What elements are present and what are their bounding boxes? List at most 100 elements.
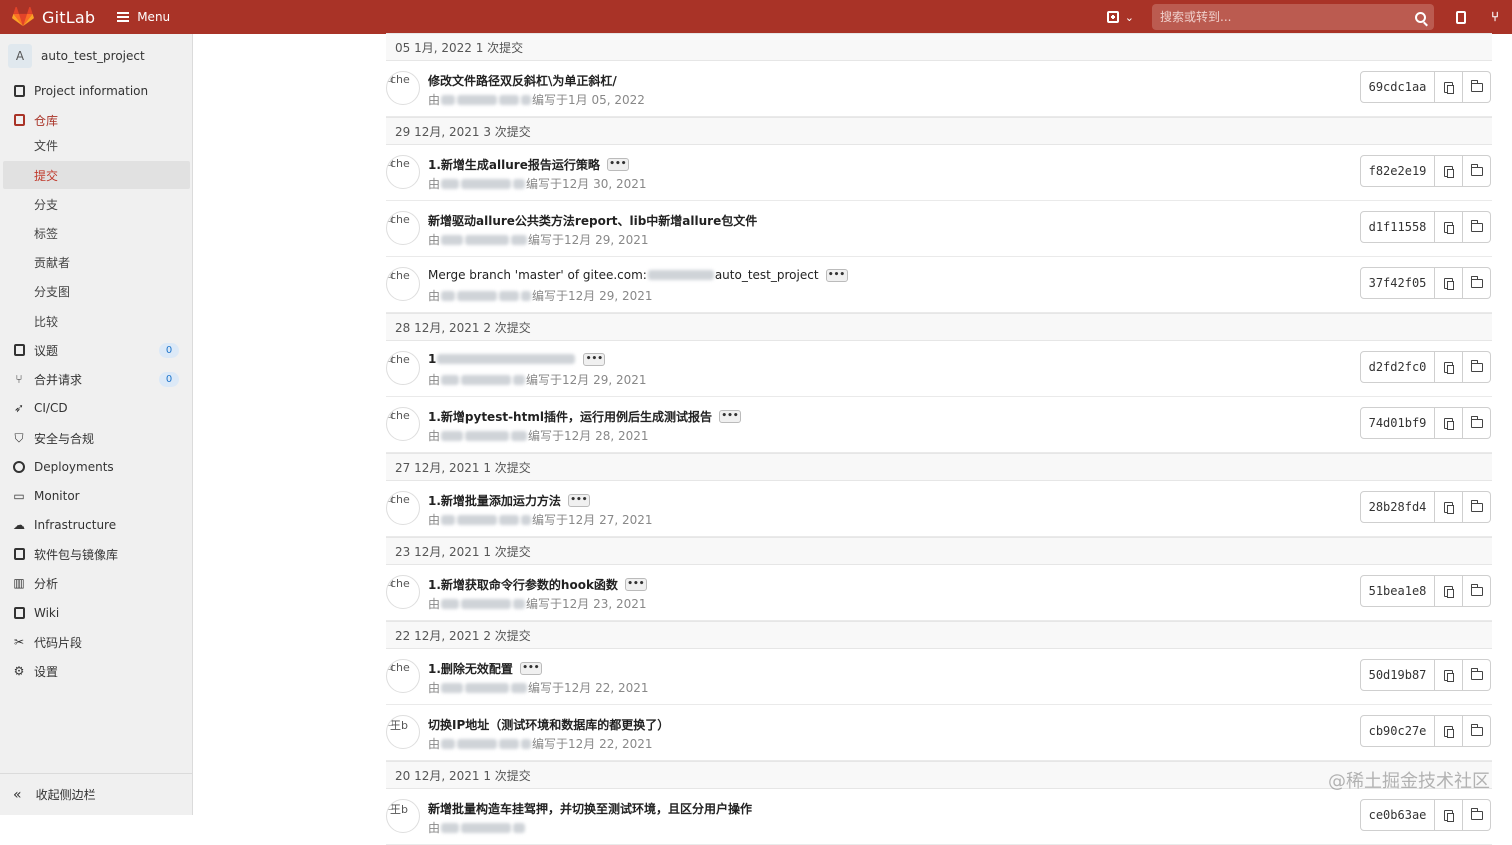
sidebar-item-repository[interactable]: 仓库 [0,106,193,134]
commit-title[interactable]: Merge branch 'master' of gitee.com:auto_… [428,268,848,282]
copy-sha-button[interactable] [1435,155,1463,187]
commit-sha-button[interactable]: 74d01bf9 [1360,407,1435,439]
commit-title[interactable]: 1.新增生成allure报告运行策略••• [428,156,629,173]
sidebar-subitem-files[interactable]: 文件 [3,131,190,159]
copy-sha-button[interactable] [1435,211,1463,243]
expand-description-button[interactable]: ••• [625,578,647,591]
sidebar-item-project-information[interactable]: Project information [0,77,193,105]
commit-title[interactable]: 新增批量构造车挂驾押，并切换至测试环境，且区分用户操作 [428,800,752,817]
copy-sha-button[interactable] [1435,71,1463,103]
commit-sha-button[interactable]: 69cdc1aa [1360,71,1435,103]
commit-sha-button[interactable]: 37f42f05 [1360,267,1435,299]
search-input[interactable] [1160,10,1415,24]
sidebar-item-monitor[interactable]: ▭ Monitor [0,482,193,510]
copy-sha-button[interactable] [1435,267,1463,299]
browse-files-button[interactable] [1463,659,1491,691]
sidebar-item-wiki[interactable]: Wiki [0,599,193,627]
commit-sha-button[interactable]: cb90c27e [1360,715,1435,747]
author-avatar[interactable]: che [386,407,420,441]
sidebar-item-issues[interactable]: 议题 0 [0,336,193,364]
commit-sha-button[interactable]: 51bea1e8 [1360,575,1435,607]
expand-description-button[interactable]: ••• [583,353,605,366]
commit-title[interactable]: 切换IP地址（测试环境和数据库的都更换了） [428,716,669,733]
author-avatar[interactable]: 王b [386,799,420,833]
copy-sha-button[interactable] [1435,491,1463,523]
menu-button[interactable]: Menu [117,10,170,24]
author-avatar[interactable]: che [386,71,420,105]
browse-files-button[interactable] [1463,575,1491,607]
redacted-author [465,235,509,245]
sidebar-subitem-commits[interactable]: 提交 [3,161,190,189]
expand-description-button[interactable]: ••• [607,158,629,171]
expand-description-button[interactable]: ••• [719,410,741,423]
commit-title[interactable]: 1.新增批量添加运力方法••• [428,492,590,509]
author-avatar[interactable]: che [386,351,420,385]
sidebar: A auto_test_project Project information … [0,34,193,815]
author-avatar[interactable]: che [386,155,420,189]
author-avatar[interactable]: che [386,659,420,693]
sidebar-item-cicd[interactable]: ➶ CI/CD [0,394,193,422]
merge-requests-shortcut-button[interactable]: ⑂ [1478,0,1512,34]
commit-title[interactable]: 新增驱动allure公共类方法report、lib中新增allure包文件 [428,212,757,229]
commit-sha-button[interactable]: d2fd2fc0 [1360,351,1435,383]
author-avatar[interactable]: che [386,267,420,301]
project-header[interactable]: A auto_test_project [0,34,192,78]
commit-row: che1.删除无效配置•••由编写于12月 22, 202150d19b87 [386,649,1492,705]
sidebar-item-security[interactable]: ⛉ 安全与合规 [0,424,193,452]
commit-sha-button[interactable]: 28b28fd4 [1360,491,1435,523]
copy-sha-button[interactable] [1435,351,1463,383]
commit-title[interactable]: 1.新增获取命令行参数的hook函数••• [428,576,647,593]
copy-sha-button[interactable] [1435,575,1463,607]
sidebar-subitem-contributors[interactable]: 贡献者 [3,248,190,276]
sidebar-subitem-graph[interactable]: 分支图 [3,277,190,305]
sidebar-item-settings[interactable]: ⚙ 设置 [0,657,193,685]
author-avatar[interactable]: che [386,211,420,245]
sidebar-subitem-compare[interactable]: 比较 [3,307,190,335]
commit-sha-button[interactable]: ce0b63ae [1360,799,1435,831]
author-avatar[interactable]: 王b [386,715,420,749]
browse-files-button[interactable] [1463,799,1491,831]
browse-files-button[interactable] [1463,407,1491,439]
author-avatar[interactable]: che [386,575,420,609]
collapse-sidebar-button[interactable]: « 收起侧边栏 [0,773,193,815]
sidebar-item-snippets[interactable]: ✂ 代码片段 [0,628,193,656]
issues-shortcut-button[interactable] [1444,0,1478,34]
redacted-author [457,291,497,301]
new-item-dropdown[interactable]: ⌄ [1107,11,1134,24]
browse-files-button[interactable] [1463,71,1491,103]
commit-title[interactable]: 修改文件路径双反斜杠\为单正斜杠/ [428,72,617,89]
copy-sha-button[interactable] [1435,799,1463,831]
expand-description-button[interactable]: ••• [520,662,542,675]
folder-icon [1471,363,1483,372]
sidebar-subitem-branches[interactable]: 分支 [3,190,190,218]
sidebar-item-analytics[interactable]: ▥ 分析 [0,569,193,597]
commit-sha-button[interactable]: f82e2e19 [1360,155,1435,187]
sidebar-item-infrastructure[interactable]: ☁ Infrastructure [0,511,193,539]
search-box[interactable] [1152,4,1434,30]
commit-title[interactable]: 1.删除无效配置••• [428,660,542,677]
folder-icon [1471,503,1483,512]
copy-sha-button[interactable] [1435,407,1463,439]
author-avatar[interactable]: che [386,491,420,525]
browse-files-button[interactable] [1463,267,1491,299]
browse-files-button[interactable] [1463,715,1491,747]
browse-files-button[interactable] [1463,351,1491,383]
issues-icon [12,343,26,357]
gitlab-logo[interactable]: GitLab [12,7,95,27]
commit-title[interactable]: 1••• [428,352,605,366]
sidebar-item-merge-requests[interactable]: ⑂ 合并请求 0 [0,365,193,393]
expand-description-button[interactable]: ••• [826,269,848,282]
commit-sha-button[interactable]: 50d19b87 [1360,659,1435,691]
browse-files-button[interactable] [1463,491,1491,523]
commit-title[interactable]: 1.新增pytest-html插件，运行用例后生成测试报告••• [428,408,741,425]
expand-description-button[interactable]: ••• [568,494,590,507]
sidebar-item-packages[interactable]: 软件包与镜像库 [0,540,193,568]
sidebar-subitem-tags[interactable]: 标签 [3,219,190,247]
commit-sha-button[interactable]: d1f11558 [1360,211,1435,243]
copy-sha-button[interactable] [1435,659,1463,691]
browse-files-button[interactable] [1463,211,1491,243]
redacted-author [457,95,497,105]
copy-sha-button[interactable] [1435,715,1463,747]
sidebar-item-deployments[interactable]: Deployments [0,453,193,481]
browse-files-button[interactable] [1463,155,1491,187]
